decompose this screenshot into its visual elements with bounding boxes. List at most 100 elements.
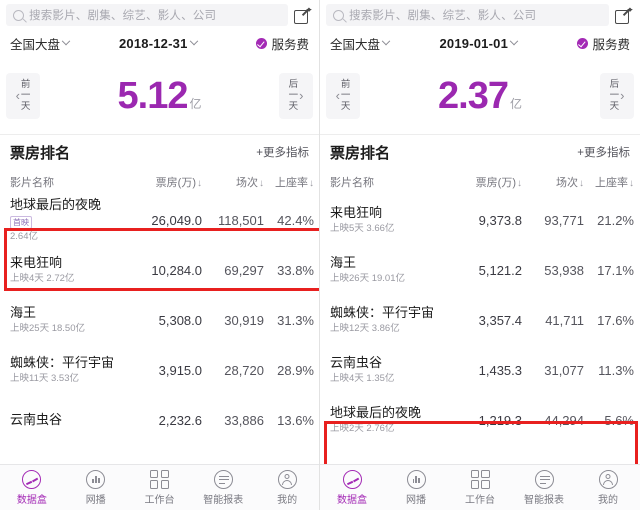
cell-attendance-rate: 21.2% [597,212,634,228]
film-title: 蜘蛛侠：平行宇宙 [330,304,435,320]
chevron-left-icon: ‹ [335,88,340,103]
tab-databox[interactable]: 数据盒 [0,469,64,506]
daily-total-box-office: ‹ 前 一 天 2.37 亿 后 一 天 › [320,57,640,135]
cell-box-office: 10,284.0 [151,262,202,278]
date-selector[interactable]: 2018-12-31 [59,36,256,51]
table-row[interactable]: 地球最后的夜晚 上映2天 2.76亿 1,219.3 44,294 5.6% [320,395,640,445]
search-bar: 搜索影片、剧集、综艺、影人、公司 [320,0,640,30]
film-subtitle: 2.64亿 [10,230,38,242]
column-attendance-rate[interactable]: 上座率↓ [584,174,634,190]
tab-workbench[interactable]: 工作台 [128,469,192,506]
service-fee-toggle[interactable]: 服务费 [256,34,309,53]
cell-attendance-rate: 28.9% [277,362,314,378]
search-placeholder: 搜索影片、剧集、综艺、影人、公司 [29,10,217,22]
chart-circle-icon [406,469,426,489]
prev-day-button[interactable]: ‹ 前 一 天 [6,72,40,119]
prev-day-label: 前 一 天 [20,78,31,113]
tab-mine[interactable]: 我的 [576,469,640,506]
column-sessions[interactable]: 场次↓ [202,174,264,190]
column-box-office[interactable]: 票房(万)↓ [446,174,522,190]
search-input[interactable]: 搜索影片、剧集、综艺、影人、公司 [6,4,288,26]
tab-smart-report[interactable]: 智能报表 [512,469,576,506]
film-title: 地球最后的夜晚 [10,196,102,212]
table-row[interactable]: 地球最后的夜晚 首映 2.64亿 26,049.0 118,501 42.4% [0,195,319,245]
filter-bar: 全国大盘 2019-01-01 服务费 [320,30,640,57]
search-bar: 搜索影片、剧集、综艺、影人、公司 [0,0,319,30]
total-value-number: 5.12 [117,74,189,117]
column-box-office[interactable]: 票房(万)↓ [126,174,202,190]
next-day-button[interactable]: 后 一 天 › [600,72,634,119]
table-row[interactable]: 云南虫谷 2,232.6 33,886 13.6% [0,395,319,445]
tab-label: 智能报表 [203,494,244,506]
chevron-right-icon: › [299,88,304,103]
table-row[interactable]: 来电狂响 上映5天 3.66亿 9,373.8 93,771 21.2% [320,195,640,245]
share-icon[interactable] [615,7,632,24]
cell-sessions: 33,886 [224,412,264,428]
report-icon [534,469,554,489]
tab-workbench[interactable]: 工作台 [448,469,512,506]
tab-databox[interactable]: 数据盒 [320,469,384,506]
column-film-name: 影片名称 [10,177,54,189]
table-row[interactable]: 蜘蛛侠：平行宇宙 上映12天 3.86亿 3,357.4 41,711 17.6… [320,295,640,345]
tab-webcast[interactable]: 网播 [384,469,448,506]
ranking-table-body: 地球最后的夜晚 首映 2.64亿 26,049.0 118,501 42.4% … [0,195,319,445]
grid-icon [149,469,169,489]
chevron-right-icon: › [620,88,625,103]
ranking-title: 票房排名 [10,144,71,162]
cell-attendance-rate: 17.6% [597,312,634,328]
table-row[interactable]: 蜘蛛侠：平行宇宙 上映11天 3.53亿 3,915.0 28,720 28.9… [0,345,319,395]
tab-mine[interactable]: 我的 [255,469,319,506]
next-day-button[interactable]: 后 一 天 › [279,72,313,119]
cell-attendance-rate: 13.6% [277,412,314,428]
cell-box-office: 1,435.3 [478,362,522,378]
column-attendance-rate[interactable]: 上座率↓ [264,174,314,190]
total-value: 2.37 亿 [360,77,600,115]
total-value-number: 2.37 [438,74,509,117]
date-selector[interactable]: 2019-01-01 [379,36,577,51]
report-icon [213,469,233,489]
tab-webcast[interactable]: 网播 [64,469,128,506]
cell-sessions: 44,294 [544,412,584,428]
prev-day-button[interactable]: ‹ 前 一 天 [326,72,360,119]
film-subtitle: 上映4天 2.72亿 [10,272,75,284]
cell-sessions: 53,938 [544,262,584,278]
table-row[interactable]: 来电狂响 上映4天 2.72亿 10,284.0 69,297 33.8% [0,245,319,295]
table-row[interactable]: 云南虫谷 上映4天 1.35亿 1,435.3 31,077 11.3% [320,345,640,395]
search-icon [333,9,344,21]
cell-box-office: 5,121.2 [478,262,522,278]
tab-label: 我的 [598,494,618,506]
cell-attendance-rate: 11.3% [598,362,634,378]
column-sessions[interactable]: 场次↓ [522,174,584,190]
cell-attendance-rate: 31.3% [277,312,314,328]
more-metrics-button[interactable]: +更多指标 [577,144,630,160]
cell-attendance-rate: 42.4% [277,212,314,228]
cell-sessions: 31,077 [544,362,584,378]
app-screen-left: 搜索影片、剧集、综艺、影人、公司 全国大盘 2018-12-31 服务费 ‹ 前… [0,0,320,510]
table-row[interactable]: 海王 上映26天 19.01亿 5,121.2 53,938 17.1% [320,245,640,295]
more-metrics-button[interactable]: +更多指标 [256,144,309,160]
film-subtitle: 上映26天 19.01亿 [330,272,405,284]
databox-icon [342,469,362,489]
cell-sessions: 69,297 [224,262,264,278]
table-row[interactable]: 海王 上映25天 18.50亿 5,308.0 30,919 31.3% [0,295,319,345]
film-title: 地球最后的夜晚 [330,404,422,420]
tab-label: 工作台 [144,494,175,506]
cell-box-office: 1,219.3 [478,412,522,428]
tab-smart-report[interactable]: 智能报表 [191,469,255,506]
service-fee-label: 服务费 [592,38,630,52]
cell-box-office: 2,232.6 [158,412,202,428]
tab-label: 工作台 [465,494,495,506]
dual-screenshot-comparison: 搜索影片、剧集、综艺、影人、公司 全国大盘 2018-12-31 服务费 ‹ 前… [0,0,640,510]
tab-label: 网播 [406,494,426,506]
cell-box-office: 3,915.0 [158,362,202,378]
share-icon[interactable] [294,7,311,24]
app-screen-right: 搜索影片、剧集、综艺、影人、公司 全国大盘 2019-01-01 服务费 ‹ 前… [320,0,640,510]
cell-box-office: 5,308.0 [158,312,202,328]
service-fee-label: 服务费 [271,38,309,52]
total-value-unit: 亿 [509,96,522,111]
service-fee-toggle[interactable]: 服务费 [577,34,630,53]
search-input[interactable]: 搜索影片、剧集、综艺、影人、公司 [326,4,609,26]
region-label: 全国大盘 [330,38,381,52]
table-header: 影片名称 票房(万)↓ 场次↓ 上座率↓ [0,169,319,195]
film-title: 来电狂响 [330,204,383,220]
